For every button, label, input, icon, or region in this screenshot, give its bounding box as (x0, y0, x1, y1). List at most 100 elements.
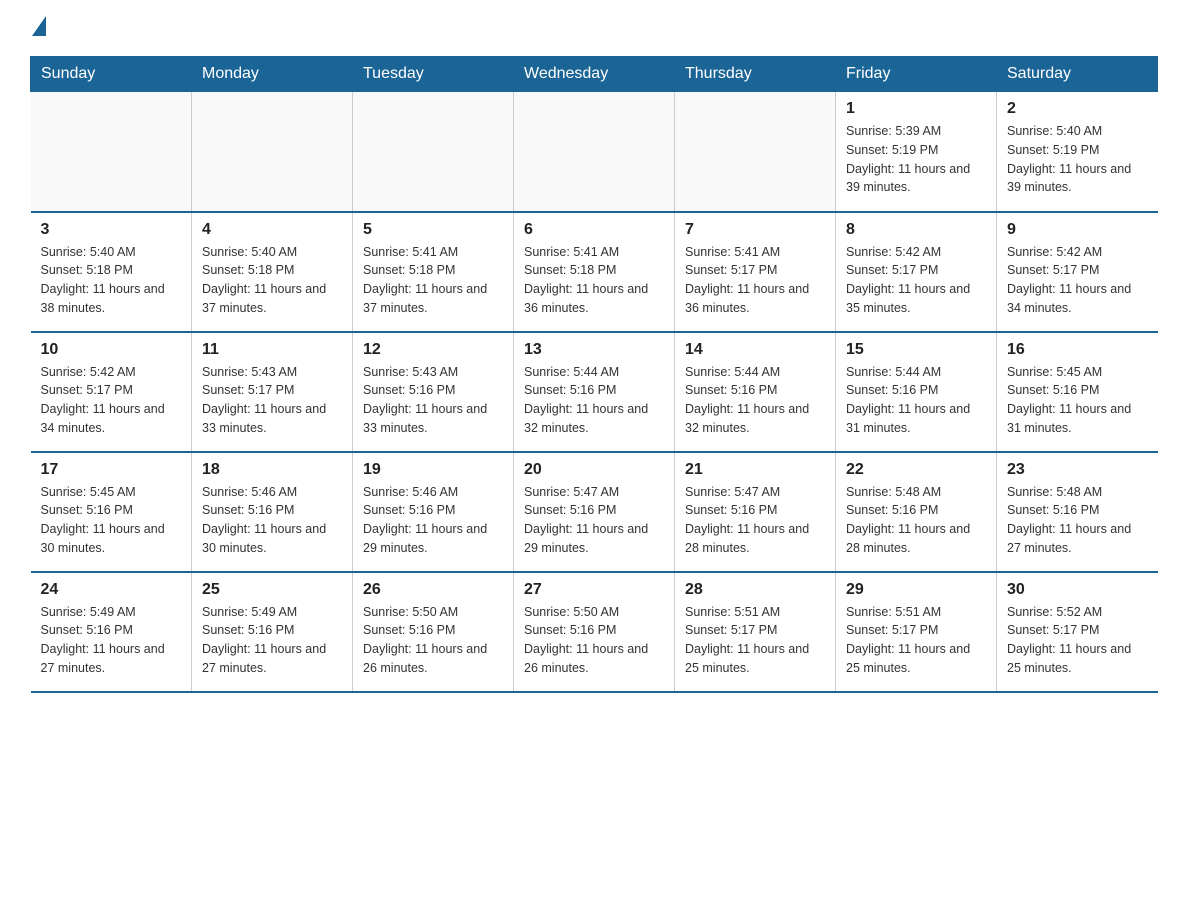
day-cell: 20Sunrise: 5:47 AM Sunset: 5:16 PM Dayli… (514, 452, 675, 572)
day-cell: 21 Sunrise: 5:47 AM Sunset: 5:16 PM Dayli… (675, 452, 836, 572)
day-cell: 18 Sunrise: 5:46 AM Sunset: 5:16 PM Dayli… (192, 452, 353, 572)
calendar-body: 1 Sunrise: 5:39 AM Sunset: 5:19 PM Daylig… (31, 92, 1158, 692)
day-number: 11 (202, 341, 342, 359)
day-info: Sunrise: 5:47 AM Sunset: 5:16 PM Dayligh… (685, 483, 825, 558)
day-number: 22 (846, 461, 986, 479)
day-number: 26 (363, 581, 503, 599)
day-number: 25 (202, 581, 342, 599)
day-info: Sunrise: 5:46 AM Sunset: 5:16 PM Dayligh… (202, 483, 342, 558)
day-cell: 3 Sunrise: 5:40 AM Sunset: 5:18 PM Daylig… (31, 212, 192, 332)
week-row-5: 24 Sunrise: 5:49 AM Sunset: 5:16 PM Dayli… (31, 572, 1158, 692)
logo-triangle-icon (32, 16, 46, 36)
day-cell: 10 Sunrise: 5:42 AM Sunset: 5:17 PM Dayli… (31, 332, 192, 452)
day-info: Sunrise: 5:42 AM Sunset: 5:17 PM Dayligh… (846, 243, 986, 318)
day-info: Sunrise: 5:43 AM Sunset: 5:16 PM Dayligh… (363, 363, 503, 438)
day-number: 21 (685, 461, 825, 479)
day-cell (353, 92, 514, 212)
calendar-header: SundayMondayTuesdayWednesdayThursdayFrid… (31, 57, 1158, 92)
day-number: 15 (846, 341, 986, 359)
header-cell-thursday: Thursday (675, 57, 836, 92)
day-cell: 26 Sunrise: 5:50 AM Sunset: 5:16 PM Dayli… (353, 572, 514, 692)
day-cell: 1 Sunrise: 5:39 AM Sunset: 5:19 PM Daylig… (836, 92, 997, 212)
header-cell-sunday: Sunday (31, 57, 192, 92)
day-cell: 8 Sunrise: 5:42 AM Sunset: 5:17 PM Daylig… (836, 212, 997, 332)
day-info: Sunrise: 5:41 AM Sunset: 5:18 PM Dayligh… (524, 243, 664, 318)
day-number: 14 (685, 341, 825, 359)
day-number: 30 (1007, 581, 1148, 599)
day-number: 3 (41, 221, 182, 239)
day-info: Sunrise: 5:51 AM Sunset: 5:17 PM Dayligh… (685, 603, 825, 678)
day-info: Sunrise: 5:41 AM Sunset: 5:17 PM Dayligh… (685, 243, 825, 318)
day-number: 13 (524, 341, 664, 359)
day-number: 1 (846, 100, 986, 118)
day-number: 12 (363, 341, 503, 359)
day-cell: 17Sunrise: 5:45 AM Sunset: 5:16 PM Dayli… (31, 452, 192, 572)
day-info: Sunrise: 5:44 AM Sunset: 5:16 PM Dayligh… (846, 363, 986, 438)
day-number: 8 (846, 221, 986, 239)
day-number: 23 (1007, 461, 1148, 479)
day-number: 18 (202, 461, 342, 479)
day-number: 2 (1007, 100, 1148, 118)
page-header (30, 20, 1158, 36)
day-number: 29 (846, 581, 986, 599)
day-info: Sunrise: 5:41 AM Sunset: 5:18 PM Dayligh… (363, 243, 503, 318)
day-info: Sunrise: 5:48 AM Sunset: 5:16 PM Dayligh… (1007, 483, 1148, 558)
header-cell-tuesday: Tuesday (353, 57, 514, 92)
day-number: 6 (524, 221, 664, 239)
day-info: Sunrise: 5:52 AM Sunset: 5:17 PM Dayligh… (1007, 603, 1148, 678)
week-row-4: 17Sunrise: 5:45 AM Sunset: 5:16 PM Dayli… (31, 452, 1158, 572)
day-info: Sunrise: 5:48 AM Sunset: 5:16 PM Dayligh… (846, 483, 986, 558)
day-info: Sunrise: 5:39 AM Sunset: 5:19 PM Dayligh… (846, 122, 986, 197)
day-number: 24 (41, 581, 182, 599)
day-cell: 25 Sunrise: 5:49 AM Sunset: 5:16 PM Dayli… (192, 572, 353, 692)
day-cell: 13 Sunrise: 5:44 AM Sunset: 5:16 PM Dayli… (514, 332, 675, 452)
day-number: 10 (41, 341, 182, 359)
day-cell (192, 92, 353, 212)
day-info: Sunrise: 5:50 AM Sunset: 5:16 PM Dayligh… (524, 603, 664, 678)
day-number: 7 (685, 221, 825, 239)
day-number: 9 (1007, 221, 1148, 239)
day-number: 27 (524, 581, 664, 599)
day-cell: 24 Sunrise: 5:49 AM Sunset: 5:16 PM Dayli… (31, 572, 192, 692)
day-cell: 14 Sunrise: 5:44 AM Sunset: 5:16 PM Dayli… (675, 332, 836, 452)
day-info: Sunrise: 5:42 AM Sunset: 5:17 PM Dayligh… (1007, 243, 1148, 318)
day-info: Sunrise: 5:45 AM Sunset: 5:16 PM Dayligh… (1007, 363, 1148, 438)
day-cell: 5 Sunrise: 5:41 AM Sunset: 5:18 PM Daylig… (353, 212, 514, 332)
logo (30, 20, 46, 36)
day-info: Sunrise: 5:50 AM Sunset: 5:16 PM Dayligh… (363, 603, 503, 678)
day-number: 20 (524, 461, 664, 479)
day-cell: 9 Sunrise: 5:42 AM Sunset: 5:17 PM Daylig… (997, 212, 1158, 332)
day-info: Sunrise: 5:51 AM Sunset: 5:17 PM Dayligh… (846, 603, 986, 678)
header-cell-monday: Monday (192, 57, 353, 92)
day-cell (31, 92, 192, 212)
day-cell: 23 Sunrise: 5:48 AM Sunset: 5:16 PM Dayli… (997, 452, 1158, 572)
day-info: Sunrise: 5:49 AM Sunset: 5:16 PM Dayligh… (41, 603, 182, 678)
day-info: Sunrise: 5:44 AM Sunset: 5:16 PM Dayligh… (685, 363, 825, 438)
calendar-table: SundayMondayTuesdayWednesdayThursdayFrid… (30, 56, 1158, 693)
day-cell: 27 Sunrise: 5:50 AM Sunset: 5:16 PM Dayli… (514, 572, 675, 692)
day-info: Sunrise: 5:40 AM Sunset: 5:19 PM Dayligh… (1007, 122, 1148, 197)
day-info: Sunrise: 5:49 AM Sunset: 5:16 PM Dayligh… (202, 603, 342, 678)
day-info: Sunrise: 5:40 AM Sunset: 5:18 PM Dayligh… (202, 243, 342, 318)
day-cell (675, 92, 836, 212)
day-cell: 6 Sunrise: 5:41 AM Sunset: 5:18 PM Daylig… (514, 212, 675, 332)
header-cell-friday: Friday (836, 57, 997, 92)
day-number: 16 (1007, 341, 1148, 359)
day-cell: 12 Sunrise: 5:43 AM Sunset: 5:16 PM Dayli… (353, 332, 514, 452)
day-info: Sunrise: 5:44 AM Sunset: 5:16 PM Dayligh… (524, 363, 664, 438)
week-row-3: 10 Sunrise: 5:42 AM Sunset: 5:17 PM Dayli… (31, 332, 1158, 452)
week-row-1: 1 Sunrise: 5:39 AM Sunset: 5:19 PM Daylig… (31, 92, 1158, 212)
day-info: Sunrise: 5:42 AM Sunset: 5:17 PM Dayligh… (41, 363, 182, 438)
day-info: Sunrise: 5:40 AM Sunset: 5:18 PM Dayligh… (41, 243, 182, 318)
day-number: 19 (363, 461, 503, 479)
day-cell: 16 Sunrise: 5:45 AM Sunset: 5:16 PM Dayli… (997, 332, 1158, 452)
day-cell (514, 92, 675, 212)
day-cell: 28 Sunrise: 5:51 AM Sunset: 5:17 PM Dayli… (675, 572, 836, 692)
day-cell: 22 Sunrise: 5:48 AM Sunset: 5:16 PM Dayli… (836, 452, 997, 572)
week-row-2: 3 Sunrise: 5:40 AM Sunset: 5:18 PM Daylig… (31, 212, 1158, 332)
header-cell-saturday: Saturday (997, 57, 1158, 92)
day-number: 28 (685, 581, 825, 599)
day-number: 5 (363, 221, 503, 239)
day-number: 17 (41, 461, 182, 479)
day-cell: 7 Sunrise: 5:41 AM Sunset: 5:17 PM Daylig… (675, 212, 836, 332)
